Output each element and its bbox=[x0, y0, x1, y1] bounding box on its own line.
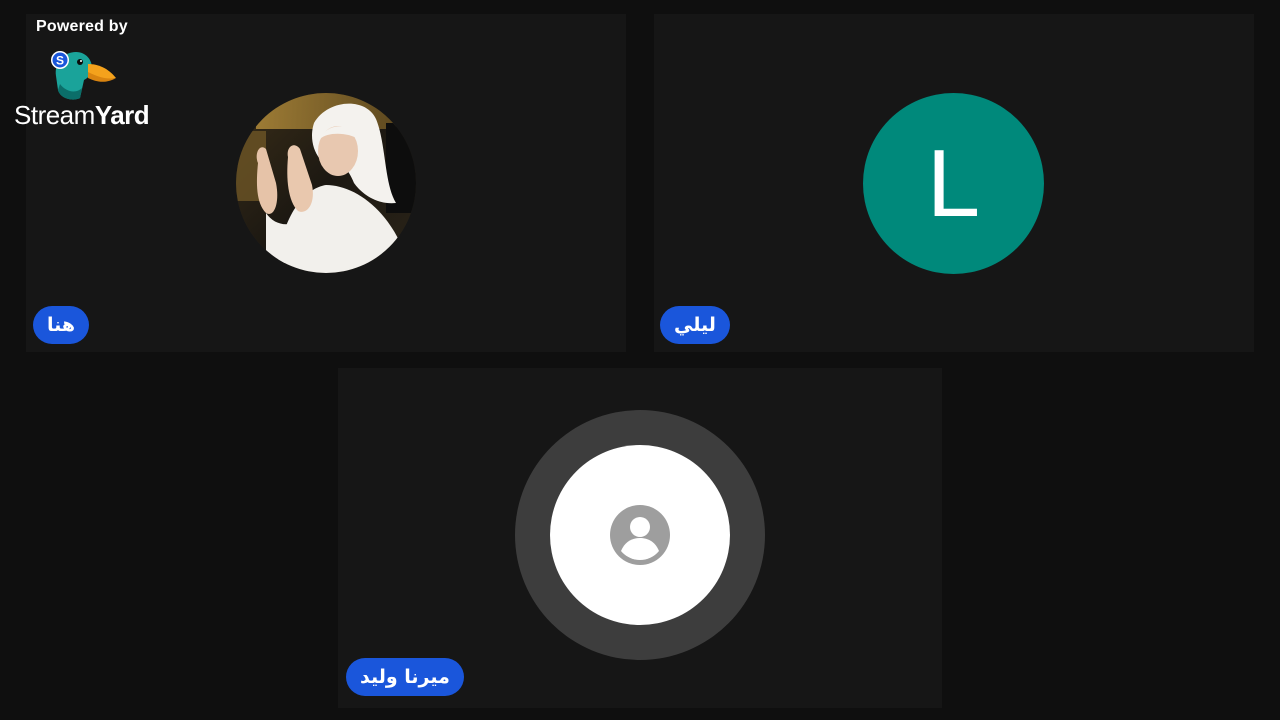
powered-by-label: Powered by bbox=[36, 18, 128, 35]
avatar-letter: L bbox=[926, 129, 981, 237]
account-circle-icon bbox=[610, 505, 670, 565]
participant-tile-mirna[interactable]: ميرنا وليد bbox=[338, 368, 942, 708]
participant-photo-avatar bbox=[236, 93, 416, 273]
wordmark-yard: Yard bbox=[94, 100, 150, 130]
participant-letter-avatar: L bbox=[863, 93, 1044, 274]
stream-stage: هنا L ليلي ميرنا وليد Powered by S Strea… bbox=[0, 0, 1280, 720]
participant-name-badge: ليلي bbox=[660, 306, 730, 344]
wordmark-stream: Stream bbox=[14, 100, 95, 130]
participant-name-badge: ميرنا وليد bbox=[346, 658, 464, 696]
streamyard-branding: Powered by S StreamYard bbox=[14, 16, 154, 132]
participant-tile-layla[interactable]: L ليلي bbox=[654, 14, 1254, 352]
streamyard-duck-icon: S bbox=[50, 48, 120, 102]
streamyard-wordmark: StreamYard bbox=[14, 100, 150, 131]
participant-placeholder-avatar bbox=[515, 410, 765, 660]
participant-name-badge: هنا bbox=[33, 306, 90, 344]
duck-badge-letter: S bbox=[56, 54, 64, 68]
user-photo-icon bbox=[236, 93, 416, 273]
avatar-inner-circle bbox=[550, 445, 730, 625]
